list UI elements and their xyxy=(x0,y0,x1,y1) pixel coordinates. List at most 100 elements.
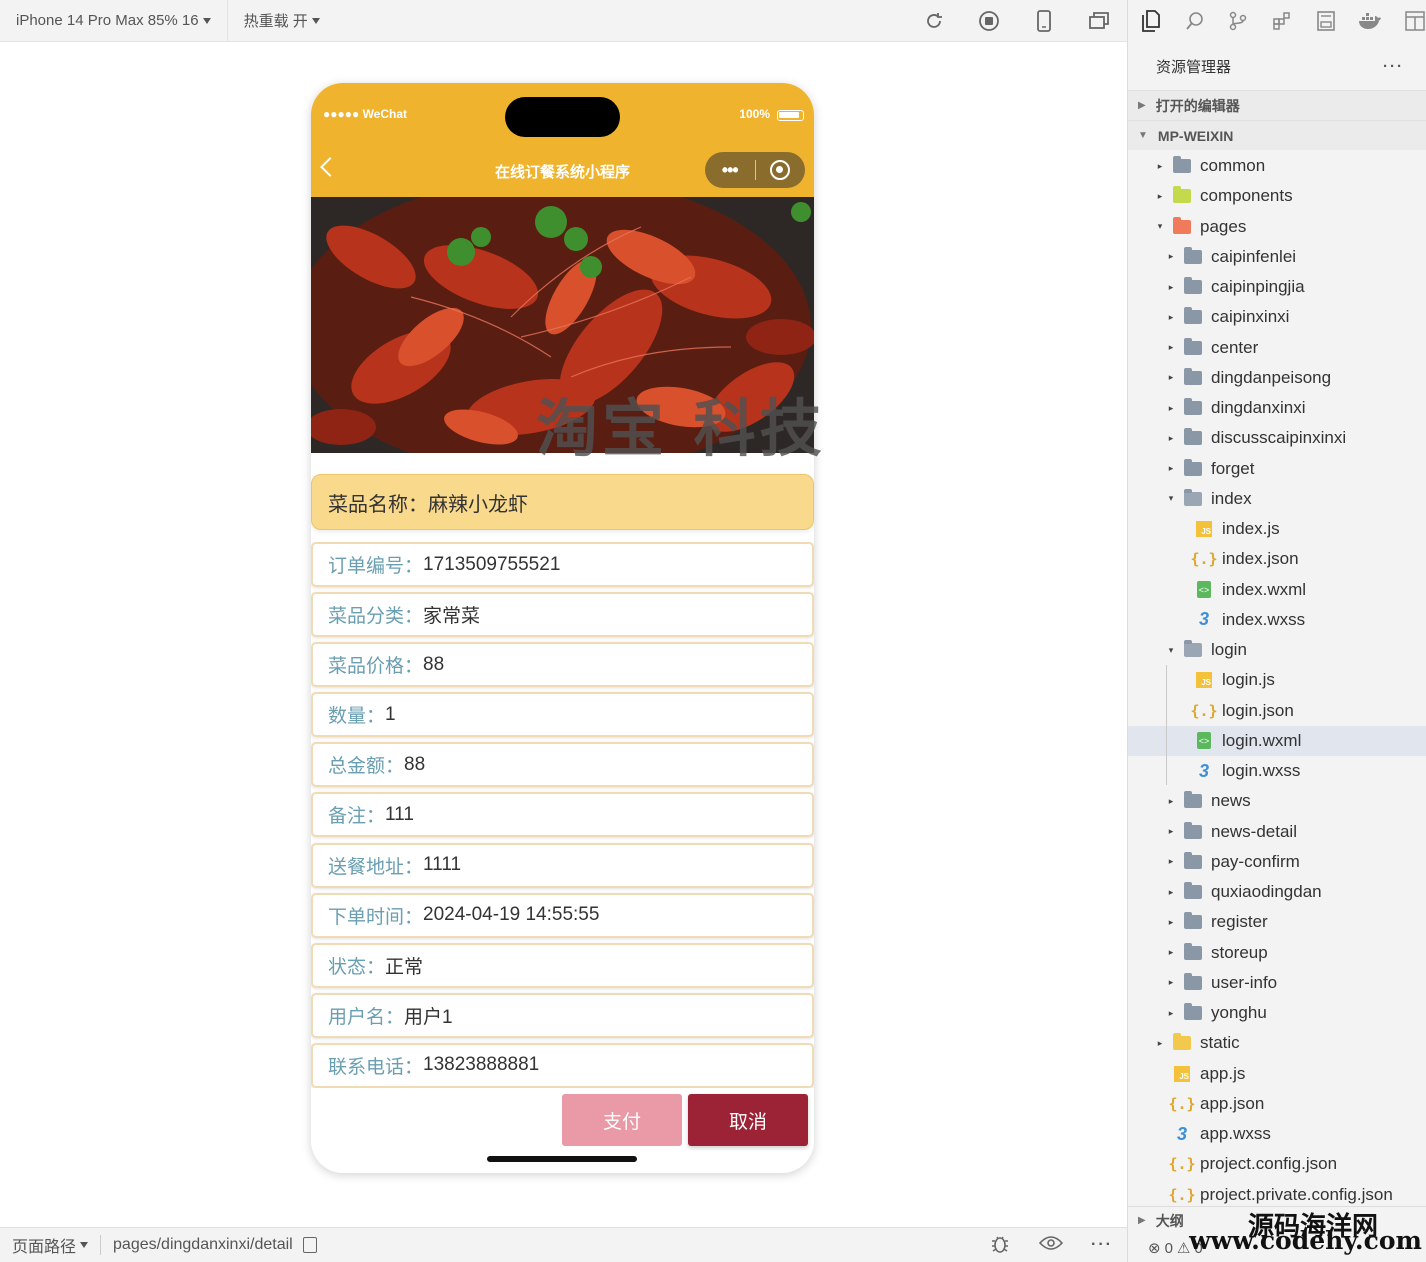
chevron-right-icon: ▸ xyxy=(1168,402,1174,413)
tree-item[interactable]: JS app.js xyxy=(1128,1059,1426,1089)
simulator-status-bar: 页面路径 pages/dingdanxinxi/detail ··· xyxy=(0,1227,1127,1262)
tree-item[interactable]: ▸ quxiaodingdan xyxy=(1128,877,1426,907)
chevron-right-icon: ▸ xyxy=(1168,281,1174,292)
folder-icon xyxy=(1183,912,1203,931)
pay-button[interactable]: 支付 xyxy=(562,1094,682,1146)
tree-item-label: login.wxml xyxy=(1222,730,1302,750)
bug-icon[interactable] xyxy=(989,1232,1011,1259)
tree-item[interactable]: ▸ user-info xyxy=(1128,968,1426,998)
chevron-down-icon xyxy=(80,1242,89,1248)
eye-icon[interactable] xyxy=(1038,1235,1064,1256)
tree-item[interactable]: JS login.js xyxy=(1128,665,1426,695)
field-label: 菜品价格： xyxy=(328,656,424,678)
open-editors-section[interactable]: ▶ 打开的编辑器 xyxy=(1128,90,1426,120)
field-value: 2024-04-19 14:55:55 xyxy=(423,904,600,926)
tree-item[interactable]: ▸ common xyxy=(1128,151,1426,181)
field-status: 状态： 正常 xyxy=(311,942,814,988)
tree-item[interactable]: {.} app.json xyxy=(1128,1089,1426,1119)
refresh-icon[interactable] xyxy=(921,8,946,33)
tree-item-label: login.json xyxy=(1222,700,1294,720)
hot-reload-toggle[interactable]: 热重载 开 xyxy=(228,0,336,41)
phone-icon[interactable] xyxy=(1031,8,1056,33)
tree-item[interactable]: ▸ static xyxy=(1128,1028,1426,1058)
tree-item-label: common xyxy=(1200,156,1266,175)
folder-open-icon xyxy=(1183,640,1203,659)
extensions-icon[interactable] xyxy=(1271,9,1293,33)
chevron-down-icon: ▼ xyxy=(1138,130,1148,141)
tree-item-label: app.wxss xyxy=(1200,1124,1271,1143)
tree-item[interactable]: ▸ caipinxinxi xyxy=(1128,302,1426,332)
battery-percent: 100% xyxy=(739,107,770,121)
more-icon[interactable]: ••• xyxy=(705,160,755,181)
chevron-right-icon: ▸ xyxy=(1168,372,1174,383)
tree-item[interactable]: ▸ storeup xyxy=(1128,938,1426,968)
tree-item[interactable]: ▸ pay-confirm xyxy=(1128,847,1426,877)
tree-item-label: pay-confirm xyxy=(1211,851,1300,871)
search-icon[interactable] xyxy=(1184,9,1206,33)
tree-item[interactable]: 3 app.wxss xyxy=(1128,1119,1426,1149)
tree-item-label: index.wxss xyxy=(1222,609,1306,629)
tree-item[interactable]: 3 login.wxss xyxy=(1128,756,1426,786)
files-icon[interactable] xyxy=(1140,9,1162,33)
folder-icon xyxy=(1183,882,1203,901)
chevron-right-icon: ▶ xyxy=(1138,100,1146,111)
field-label: 数量： xyxy=(328,706,386,728)
tree-item[interactable]: {.} project.private.config.json xyxy=(1128,1180,1426,1210)
docker-icon[interactable] xyxy=(1358,9,1382,33)
page-path-dropdown[interactable]: 页面路径 xyxy=(0,1235,102,1256)
tree-item[interactable]: <> login.wxml xyxy=(1128,725,1426,756)
tree-item[interactable]: ▸ dingdanpeisong xyxy=(1128,363,1426,393)
field-total-amount: 总金额： 88 xyxy=(311,742,814,788)
source-control-icon[interactable] xyxy=(1227,9,1249,33)
device-selector[interactable]: iPhone 14 Pro Max 85% 16 xyxy=(0,0,228,41)
tree-item[interactable]: {.} project.config.json xyxy=(1128,1149,1426,1179)
tree-item[interactable]: ▾ index xyxy=(1128,484,1426,514)
stop-icon[interactable] xyxy=(976,8,1001,33)
tree-item-label: register xyxy=(1211,912,1268,932)
tree-item[interactable]: ▸ news xyxy=(1128,786,1426,816)
tree-item-label: quxiaodingdan xyxy=(1211,882,1322,901)
tree-item[interactable]: ▸ register xyxy=(1128,907,1426,937)
chevron-right-icon: ▸ xyxy=(1168,977,1174,988)
chevron-right-icon: ▸ xyxy=(1168,916,1174,927)
layout-icon[interactable] xyxy=(1404,9,1426,33)
copy-icon[interactable] xyxy=(302,1237,317,1253)
home-indicator xyxy=(487,1156,637,1162)
tree-item-label: storeup xyxy=(1211,942,1268,962)
tree-item[interactable]: ▸ caipinfenlei xyxy=(1128,242,1426,272)
tree-item[interactable]: ▾ login xyxy=(1128,635,1426,665)
tree-item[interactable]: ▸ forget xyxy=(1128,454,1426,484)
close-miniprogram-icon[interactable] xyxy=(755,160,805,180)
tree-item-label: login.js xyxy=(1222,670,1275,690)
more-icon[interactable]: ··· xyxy=(1091,1236,1113,1254)
cancel-button[interactable]: 取消 xyxy=(688,1094,808,1146)
tree-item[interactable]: ▾ pages xyxy=(1128,212,1426,242)
tree-item[interactable]: JS index.js xyxy=(1128,514,1426,544)
nav-bar: 在线订餐系统小程序 ••• xyxy=(311,149,814,193)
json-file-icon: {.} xyxy=(1190,550,1218,569)
more-icon[interactable]: ··· xyxy=(1383,58,1404,75)
explorer-title: 资源管理器 xyxy=(1156,58,1232,76)
menu-capsule[interactable]: ••• xyxy=(705,152,805,188)
detach-window-icon[interactable] xyxy=(1086,8,1111,33)
tree-item[interactable]: ▸ yonghu xyxy=(1128,998,1426,1028)
tree-item[interactable]: ▸ discusscaipinxinxi xyxy=(1128,423,1426,453)
tree-item-label: index.json xyxy=(1222,549,1299,569)
tree-item[interactable]: ▸ components xyxy=(1128,181,1426,211)
tree-item[interactable]: ▸ center xyxy=(1128,333,1426,363)
field-label: 订单编号： xyxy=(328,556,424,577)
tree-item[interactable]: ▸ dingdanxinxi xyxy=(1128,393,1426,423)
tree-item[interactable]: {.} index.json xyxy=(1128,544,1426,574)
field-dish-category: 菜品分类： 家常菜 xyxy=(311,592,814,638)
tree-item[interactable]: <> index.wxml xyxy=(1128,575,1426,605)
tree-item[interactable]: {.} login.json xyxy=(1128,696,1426,726)
storage-icon[interactable] xyxy=(1315,9,1337,33)
tree-item[interactable]: ▸ caipinpingjia xyxy=(1128,272,1426,302)
chevron-down-icon: ▾ xyxy=(1157,221,1163,231)
tree-item[interactable]: ▸ news-detail xyxy=(1128,817,1426,847)
tree-item-label: index xyxy=(1211,488,1252,508)
tree-item[interactable]: 3 index.wxss xyxy=(1128,605,1426,635)
field-value: 88 xyxy=(423,653,445,675)
project-section[interactable]: ▼ MP-WEIXIN xyxy=(1128,120,1426,150)
wxss-file-icon: 3 xyxy=(1198,609,1209,630)
